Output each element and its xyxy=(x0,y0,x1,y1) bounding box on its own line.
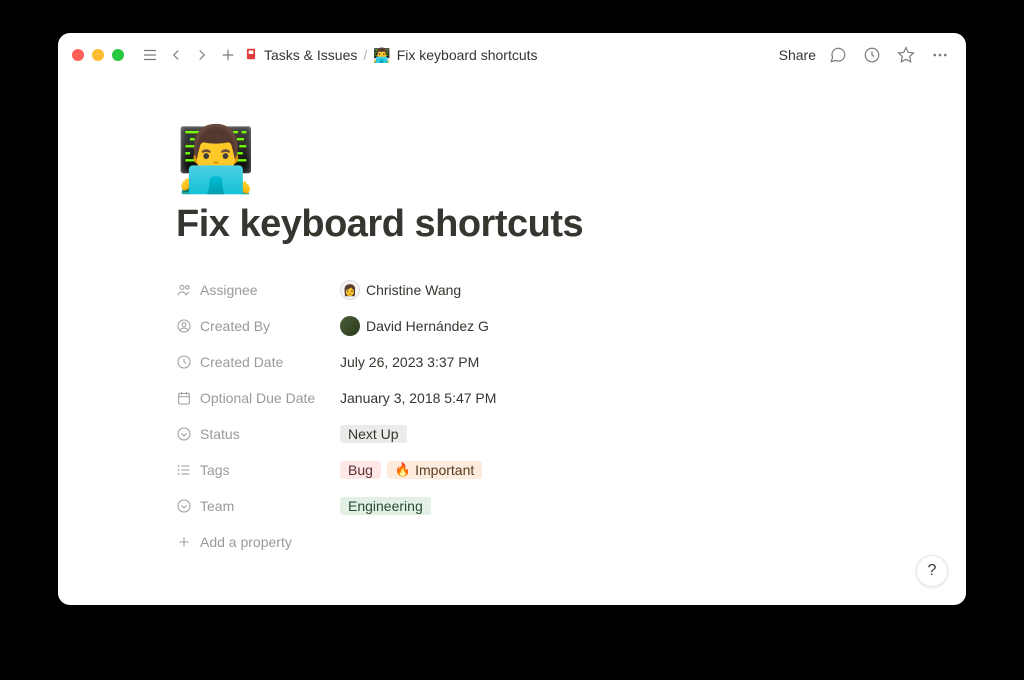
select-icon xyxy=(176,498,192,514)
share-button[interactable]: Share xyxy=(779,47,816,63)
property-team-value[interactable]: Engineering xyxy=(340,497,796,515)
property-created-by-label: Created By xyxy=(200,318,270,334)
favorite-icon[interactable] xyxy=(894,43,918,67)
select-icon xyxy=(176,426,192,442)
property-tags: Tags Bug 🔥Important xyxy=(176,452,796,488)
property-status-value[interactable]: Next Up xyxy=(340,425,796,443)
property-created-by: Created By David Hernández G xyxy=(176,308,796,344)
page-content: 👨‍💻 Fix keyboard shortcuts Assignee 👩 Ch… xyxy=(58,77,966,605)
property-assignee-label: Assignee xyxy=(200,282,258,298)
topbar: Tasks & Issues / 👨‍💻 Fix keyboard shortc… xyxy=(58,33,966,77)
property-due-date-value[interactable]: January 3, 2018 5:47 PM xyxy=(340,390,796,406)
topbar-right-group: Share xyxy=(779,43,952,67)
nav-back-button[interactable] xyxy=(164,43,188,67)
nav-forward-button[interactable] xyxy=(190,43,214,67)
avatar: 👩 xyxy=(340,280,360,300)
property-created-date-label: Created Date xyxy=(200,354,283,370)
property-assignee: Assignee 👩 Christine Wang xyxy=(176,272,796,308)
property-tags-label: Tags xyxy=(200,462,230,478)
updates-icon[interactable] xyxy=(860,43,884,67)
status-tag: Next Up xyxy=(340,425,407,443)
window-fullscreen-button[interactable] xyxy=(112,49,124,61)
list-icon xyxy=(176,462,192,478)
avatar xyxy=(340,316,360,336)
add-property-button[interactable]: Add a property xyxy=(176,524,796,560)
breadcrumb: Tasks & Issues / 👨‍💻 Fix keyboard shortc… xyxy=(244,47,538,64)
tag-important: 🔥Important xyxy=(387,461,482,479)
breadcrumb-parent-link[interactable]: Tasks & Issues xyxy=(264,47,357,63)
app-window: Tasks & Issues / 👨‍💻 Fix keyboard shortc… xyxy=(58,33,966,605)
sidebar-toggle-button[interactable] xyxy=(138,43,162,67)
property-team-label: Team xyxy=(200,498,234,514)
tag-bug: Bug xyxy=(340,461,381,479)
more-icon[interactable] xyxy=(928,43,952,67)
window-close-button[interactable] xyxy=(72,49,84,61)
breadcrumb-parent-icon xyxy=(244,47,258,64)
team-tag: Engineering xyxy=(340,497,431,515)
property-tags-key[interactable]: Tags xyxy=(176,462,340,478)
nav-group xyxy=(138,43,240,67)
property-created-date-value[interactable]: July 26, 2023 3:37 PM xyxy=(340,354,796,370)
comments-icon[interactable] xyxy=(826,43,850,67)
properties-list: Assignee 👩 Christine Wang Created By Dav xyxy=(176,272,796,560)
property-assignee-key[interactable]: Assignee xyxy=(176,282,340,298)
new-page-button[interactable] xyxy=(216,43,240,67)
person-icon xyxy=(176,318,192,334)
property-due-date-key[interactable]: Optional Due Date xyxy=(176,390,340,406)
page-title[interactable]: Fix keyboard shortcuts xyxy=(176,203,796,246)
clock-icon xyxy=(176,354,192,370)
property-team-key[interactable]: Team xyxy=(176,498,340,514)
property-assignee-value[interactable]: 👩 Christine Wang xyxy=(340,280,796,300)
property-created-by-key[interactable]: Created By xyxy=(176,318,340,334)
property-due-date: Optional Due Date January 3, 2018 5:47 P… xyxy=(176,380,796,416)
breadcrumb-separator: / xyxy=(363,47,367,63)
window-minimize-button[interactable] xyxy=(92,49,104,61)
window-traffic-lights xyxy=(72,49,124,61)
breadcrumb-page-link[interactable]: Fix keyboard shortcuts xyxy=(397,47,538,63)
property-due-date-label: Optional Due Date xyxy=(200,390,315,406)
property-created-date-key[interactable]: Created Date xyxy=(176,354,340,370)
property-status-key[interactable]: Status xyxy=(176,426,340,442)
breadcrumb-page-icon: 👨‍💻 xyxy=(373,47,390,64)
calendar-icon xyxy=(176,390,192,406)
property-team: Team Engineering xyxy=(176,488,796,524)
property-tags-value[interactable]: Bug 🔥Important xyxy=(340,461,796,479)
page-icon[interactable]: 👨‍💻 xyxy=(176,127,796,191)
help-button[interactable]: ? xyxy=(916,555,948,587)
property-created-date: Created Date July 26, 2023 3:37 PM xyxy=(176,344,796,380)
plus-icon xyxy=(176,534,192,550)
property-status-label: Status xyxy=(200,426,240,442)
people-icon xyxy=(176,282,192,298)
property-created-by-value[interactable]: David Hernández G xyxy=(340,316,796,336)
property-status: Status Next Up xyxy=(176,416,796,452)
